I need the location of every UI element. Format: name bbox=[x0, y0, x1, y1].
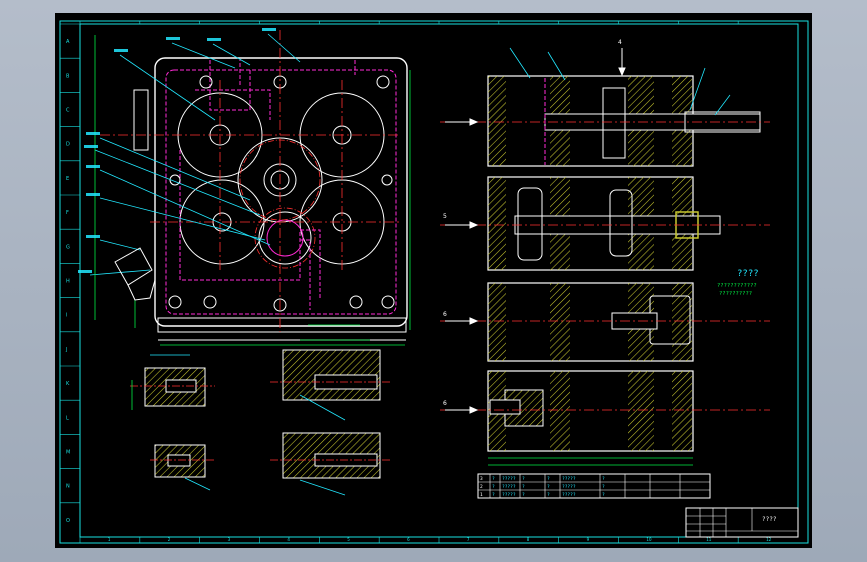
bom-cell: ????? bbox=[562, 484, 576, 490]
bom-cell: 1 bbox=[480, 492, 483, 498]
title-block-name: ???? bbox=[762, 516, 777, 523]
bom-cell: ? bbox=[602, 476, 605, 482]
border-zone-number: 1 bbox=[108, 537, 111, 542]
side-note-line-1: ???????????? bbox=[717, 283, 757, 289]
border-zone-letter: G bbox=[66, 244, 70, 250]
bom-cell: ? bbox=[547, 484, 550, 490]
bom-cell: ? bbox=[547, 492, 550, 498]
cad-drawing-canvas: ABCDEFGHIJKLMNO1 2 3 4 5 6 7 8 9 10 11 12 bbox=[55, 13, 812, 548]
border-zone-letter: I bbox=[66, 313, 67, 319]
border-zone-letter: N bbox=[66, 484, 70, 490]
border-zone-number: 10 bbox=[646, 537, 652, 542]
bom-cell: 2 bbox=[480, 484, 483, 490]
border-zone-letter: M bbox=[66, 450, 70, 456]
border-zone-number: 3 bbox=[228, 537, 231, 542]
border-zone-letter: E bbox=[66, 176, 69, 182]
bom-cell: ? bbox=[602, 492, 605, 498]
bom-cell: ? bbox=[522, 484, 525, 490]
bom-cell: ? bbox=[547, 476, 550, 482]
border-zone-letter: D bbox=[66, 142, 70, 148]
section-mark-4: 4 bbox=[618, 39, 622, 46]
bom-cell: ? bbox=[492, 492, 495, 498]
border-zone-number: 11 bbox=[706, 537, 712, 542]
bom-cell: 3 bbox=[480, 476, 483, 482]
side-note-line-2: ?????????? bbox=[719, 291, 752, 297]
border-zone-letter: L bbox=[66, 415, 69, 421]
bom-cell: ????? bbox=[562, 476, 576, 482]
border-zone-letter: J bbox=[65, 347, 67, 353]
side-note-title: ???? bbox=[737, 269, 759, 279]
border-zone-letter: O bbox=[66, 518, 70, 524]
bom-cell: ? bbox=[522, 476, 525, 482]
border-zone-letter: F bbox=[66, 210, 69, 216]
border-zone-letter: C bbox=[66, 108, 70, 114]
bom-cell: ? bbox=[602, 484, 605, 490]
border-zone-letter: A bbox=[66, 39, 70, 45]
border-zone-number: 7 bbox=[467, 537, 470, 542]
bom-cell: ????? bbox=[502, 492, 516, 498]
bom-cell: ????? bbox=[502, 476, 516, 482]
bom-cell: ? bbox=[492, 484, 495, 490]
border-zone-number: 9 bbox=[587, 537, 590, 542]
border-zone-letter: B bbox=[66, 73, 70, 79]
section-mark-6: 6 bbox=[443, 311, 447, 318]
border-zone-number: 12 bbox=[766, 537, 772, 542]
border-zone-number: 6 bbox=[407, 537, 410, 542]
border-zone-letter: H bbox=[66, 279, 70, 285]
section-mark-5: 5 bbox=[443, 213, 447, 220]
bom-cell: ????? bbox=[562, 492, 576, 498]
bom-cell: ? bbox=[522, 492, 525, 498]
section-mark-6b: 6 bbox=[443, 400, 447, 407]
bom-cell: ? bbox=[492, 476, 495, 482]
border-zone-number: 4 bbox=[287, 537, 290, 542]
bom-cell: ????? bbox=[502, 484, 516, 490]
